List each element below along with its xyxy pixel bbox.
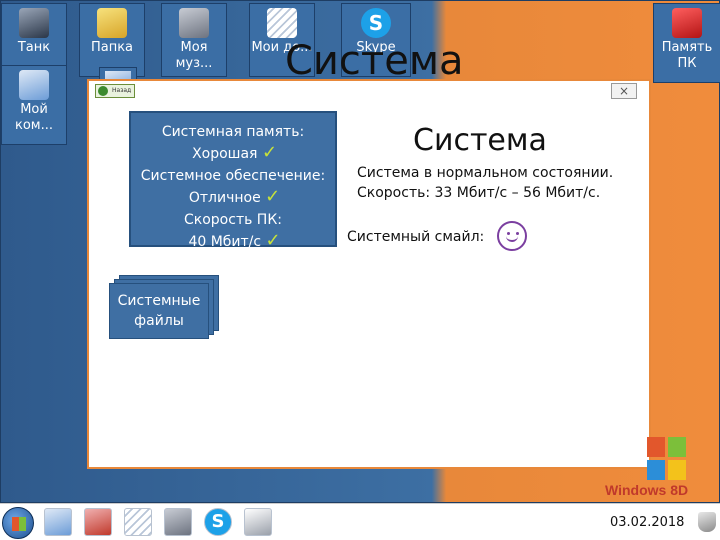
computer-icon [19,70,49,100]
start-button[interactable] [2,507,34,539]
music-icon [179,8,209,38]
taskbar: S 03.02.2018 [0,503,720,540]
window-title: Система [413,123,547,158]
desktop: Танк Папка Моя муз... Мои до... S Skype … [0,0,720,503]
desktop-icon-label: Моя муз... [175,40,213,71]
system-files-label: Системные файлы [109,283,209,339]
taskbar-skype-icon[interactable]: S [204,508,232,536]
memory-row: Хорошая ✓ [131,143,335,165]
tray-mouse-icon[interactable] [698,512,716,532]
memory-label: Системная память: [161,124,305,140]
desktop-icon-memory[interactable]: Память ПК [653,3,720,83]
taskbar-computer-icon[interactable] [44,508,72,536]
folder-icon [97,8,127,38]
taskbar-tank-icon[interactable] [84,508,112,536]
desktop-icon-label: Память ПК [661,40,713,71]
skype-icon: S [361,8,391,38]
floppy-disk-icon [672,8,702,38]
checkmark-icon: ✓ [261,142,278,163]
desktop-icon-label: Мой ком... [14,102,53,133]
windows-logo-icon [647,437,687,481]
software-label: Системное обеспечение: [140,168,326,184]
taskbar-music-icon[interactable] [164,508,192,536]
taskbar-clock[interactable]: 03.02.2018 [610,515,684,531]
back-button[interactable]: Назад [95,84,135,98]
logo-tile [647,460,665,480]
checkmark-icon: ✓ [265,230,281,251]
system-files-button[interactable]: Системные файлы [109,275,219,339]
system-info-box: Системная память: Хорошая ✓ Системное об… [129,111,337,250]
desktop-title: Система [285,38,464,84]
desktop-icon-folder[interactable]: Папка [79,3,145,77]
taskbar-documents-icon[interactable] [124,508,152,536]
memory-value: Хорошая [192,146,258,162]
window-titlebar: Назад × [89,81,649,101]
back-arrow-icon [98,86,108,96]
smiley-mouth [506,234,518,242]
software-value: Отличное [188,190,261,206]
documents-icon [267,8,297,38]
smile-label: Системный смайл: [347,229,485,245]
close-button[interactable]: × [611,83,637,99]
tank-icon [19,8,49,38]
desktop-icon-my-computer[interactable]: Мой ком... [1,65,67,145]
logo-tile [668,437,686,457]
desktop-icon-label: Танк [17,40,51,55]
speed-value: 40 Мбит/с [188,234,262,250]
taskbar-monitor-icon[interactable] [244,508,272,536]
system-window: Назад × Системная память: Хорошая ✓ Сист… [87,79,651,469]
windows-flag-icon [12,517,26,531]
speed-text: Скорость: 33 Мбит/с – 56 Мбит/с. [357,185,601,201]
logo-tile [647,437,665,457]
back-button-label: Назад [112,87,132,94]
desktop-icon-music[interactable]: Моя муз... [161,3,227,77]
smiley-icon [497,221,527,251]
desktop-icon-label: Папка [90,40,134,55]
checkmark-icon: ✓ [265,186,281,207]
windows-brand-label: Windows 8D [605,482,689,498]
software-row: Отличное ✓ [131,187,335,209]
logo-tile [668,460,686,480]
status-text: Система в нормальном состоянии. [357,165,614,181]
speed-row: 40 Мбит/с ✓ [131,231,335,253]
speed-label: Скорость ПК: [184,212,282,228]
